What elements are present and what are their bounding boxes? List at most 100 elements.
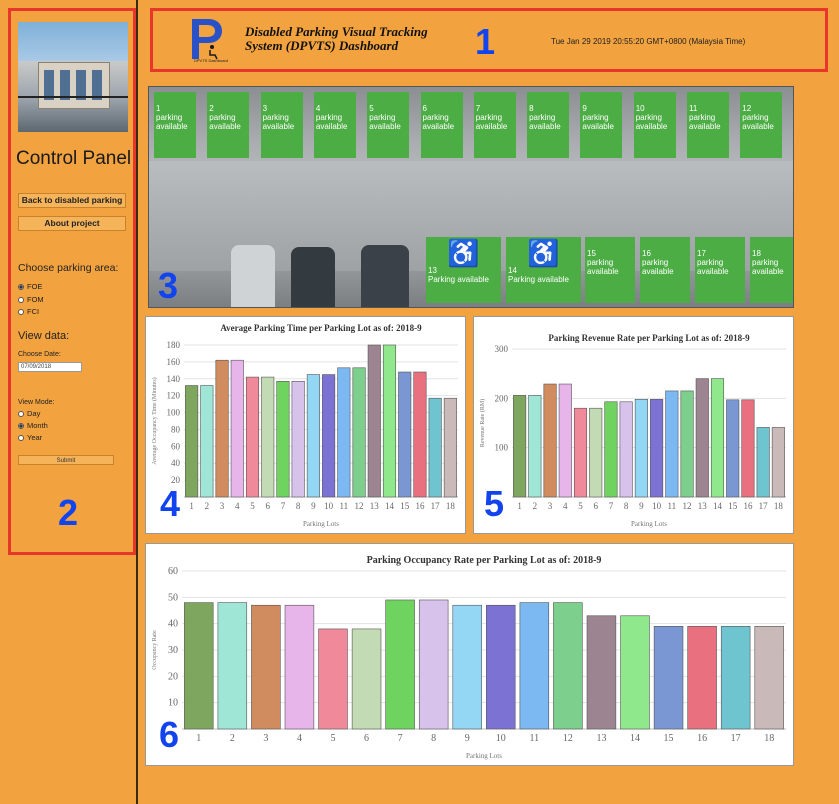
parking-lot-13[interactable]: ♿ 13 Parking available xyxy=(426,237,501,303)
section-number-1: 1 xyxy=(475,21,496,62)
section-number-4: 4 xyxy=(160,483,181,524)
y-tick-label: 160 xyxy=(167,357,181,367)
bar-lot-14 xyxy=(382,344,397,498)
parking-lot-1[interactable]: 1 parking available xyxy=(154,92,196,158)
lot-status: parking available xyxy=(369,113,401,131)
parking-lot-10[interactable]: 10 parking available xyxy=(633,92,676,158)
bar-lot-9 xyxy=(306,374,320,498)
x-tick-label: 8 xyxy=(431,733,436,744)
y-tick-label: 140 xyxy=(167,374,181,384)
y-tick-label: 80 xyxy=(171,424,181,434)
bar-lot-7 xyxy=(604,401,618,498)
parking-lot-7[interactable]: 7 parking available xyxy=(473,92,516,158)
bar-lot-10 xyxy=(486,604,516,730)
bar-lot-18 xyxy=(754,626,784,730)
y-tick-label: 100 xyxy=(495,443,509,453)
x-tick-label: 8 xyxy=(296,501,301,511)
parking-lot-9[interactable]: 9 parking available xyxy=(580,92,623,158)
bar-lot-1 xyxy=(185,385,199,498)
lot-status: parking available xyxy=(422,113,455,131)
x-tick-label: 7 xyxy=(609,501,614,511)
parking-lot-6[interactable]: 6 parking available xyxy=(420,92,463,158)
bar-lot-12 xyxy=(553,602,583,730)
bar-lot-6 xyxy=(351,628,382,730)
lot-status: parking available xyxy=(529,113,561,131)
parking-lot-11[interactable]: 11 parking available xyxy=(687,92,729,158)
lot-status: Parking available xyxy=(428,275,489,284)
x-tick-label: 6 xyxy=(265,501,270,511)
y-tick-label: 300 xyxy=(495,344,509,354)
lot-status: parking available xyxy=(315,113,348,131)
x-tick-label: 7 xyxy=(398,733,403,744)
lot-status: parking available xyxy=(209,113,241,131)
x-tick-label: 17 xyxy=(731,733,741,744)
chart-title: Average Parking Time per Parking Lot as … xyxy=(220,323,422,333)
parking-lot-8[interactable]: 8 parking available xyxy=(527,92,570,158)
x-tick-label: 15 xyxy=(664,733,674,744)
parking-lot-15[interactable]: 15 parking available xyxy=(585,237,635,303)
parking-lot-4[interactable]: 4 parking available xyxy=(313,92,356,158)
wheelchair-icon: ♿ xyxy=(527,238,560,268)
x-axis-label: Parking Lots xyxy=(631,520,667,528)
x-tick-label: 1 xyxy=(517,501,522,511)
y-tick-label: 30 xyxy=(168,645,178,656)
y-tick-label: 40 xyxy=(171,458,181,468)
bar-lot-6 xyxy=(261,376,275,498)
x-tick-label: 13 xyxy=(698,501,708,511)
parking-lot-16[interactable]: 16 parking available xyxy=(640,237,690,303)
bar-lot-14 xyxy=(710,378,725,498)
lot-number: 15 xyxy=(587,249,596,258)
bar-lot-4 xyxy=(230,359,244,498)
y-axis-label: Average Occupancy Time (Minutes) xyxy=(151,377,158,464)
occupancy-rate-chart: Parking Occupancy Rate per Parking Lot a… xyxy=(145,543,794,766)
x-tick-label: 14 xyxy=(713,501,723,511)
parking-lot-5[interactable]: 5 parking available xyxy=(367,92,410,158)
x-tick-label: 12 xyxy=(563,733,573,744)
chart-title: Parking Occupancy Rate per Parking Lot a… xyxy=(367,555,602,566)
x-tick-label: 4 xyxy=(297,733,302,744)
x-tick-label: 12 xyxy=(355,501,364,511)
bar-lot-16 xyxy=(413,371,427,498)
dashboard-title: Disabled Parking Visual Tracking System … xyxy=(245,24,428,53)
bar-lot-11 xyxy=(337,367,351,498)
y-axis-label: Occupancy Rate xyxy=(152,630,158,670)
parking-lot-14[interactable]: ♿ 14 Parking available xyxy=(506,237,581,303)
x-tick-label: 18 xyxy=(764,733,774,744)
y-tick-label: 50 xyxy=(168,592,178,603)
occupancy-rate-svg: Parking Occupancy Rate per Parking Lot a… xyxy=(152,555,786,760)
bar-lot-12 xyxy=(352,367,366,498)
bar-lot-2 xyxy=(200,385,214,498)
avg-parking-time-svg: Average Parking Time per Parking Lot as … xyxy=(151,323,458,528)
car-icon xyxy=(361,245,409,307)
bar-lot-1 xyxy=(513,395,527,498)
bar-lot-8 xyxy=(291,381,305,498)
bar-lot-7 xyxy=(385,599,415,730)
parking-lot-12[interactable]: 12 parking available xyxy=(740,92,783,158)
lot-number: 10 xyxy=(635,104,645,113)
bar-lot-17 xyxy=(756,427,770,498)
x-tick-label: 2 xyxy=(230,733,235,744)
section-number-3: 3 xyxy=(158,265,179,306)
header-datetime: Tue Jan 29 2019 20:55:20 GMT+0800 (Malay… xyxy=(551,37,746,46)
parking-lot-3[interactable]: 3 parking available xyxy=(260,92,303,158)
x-tick-label: 15 xyxy=(728,501,738,511)
parking-lot-17[interactable]: 17 parking available xyxy=(695,237,745,303)
bar-lot-11 xyxy=(665,390,679,498)
lot-status: parking available xyxy=(635,113,668,131)
bar-lot-15 xyxy=(398,371,412,498)
x-tick-label: 1 xyxy=(196,733,201,744)
bar-lot-15 xyxy=(653,626,684,730)
x-tick-label: 16 xyxy=(743,501,753,511)
bar-lot-3 xyxy=(215,359,229,498)
y-tick-label: 120 xyxy=(167,391,181,401)
parking-lot-18[interactable]: 18 parking available xyxy=(750,237,793,303)
lot-number: 16 xyxy=(642,249,651,258)
x-tick-label: 17 xyxy=(759,501,769,511)
lot-number: 1 xyxy=(156,104,161,113)
bar-lot-18 xyxy=(443,397,457,498)
lot-number: 12 xyxy=(742,104,752,113)
lot-status: parking available xyxy=(582,113,614,131)
bar-lot-18 xyxy=(771,427,785,498)
y-tick-label: 40 xyxy=(168,619,178,630)
parking-lot-2[interactable]: 2 parking available xyxy=(207,92,250,158)
